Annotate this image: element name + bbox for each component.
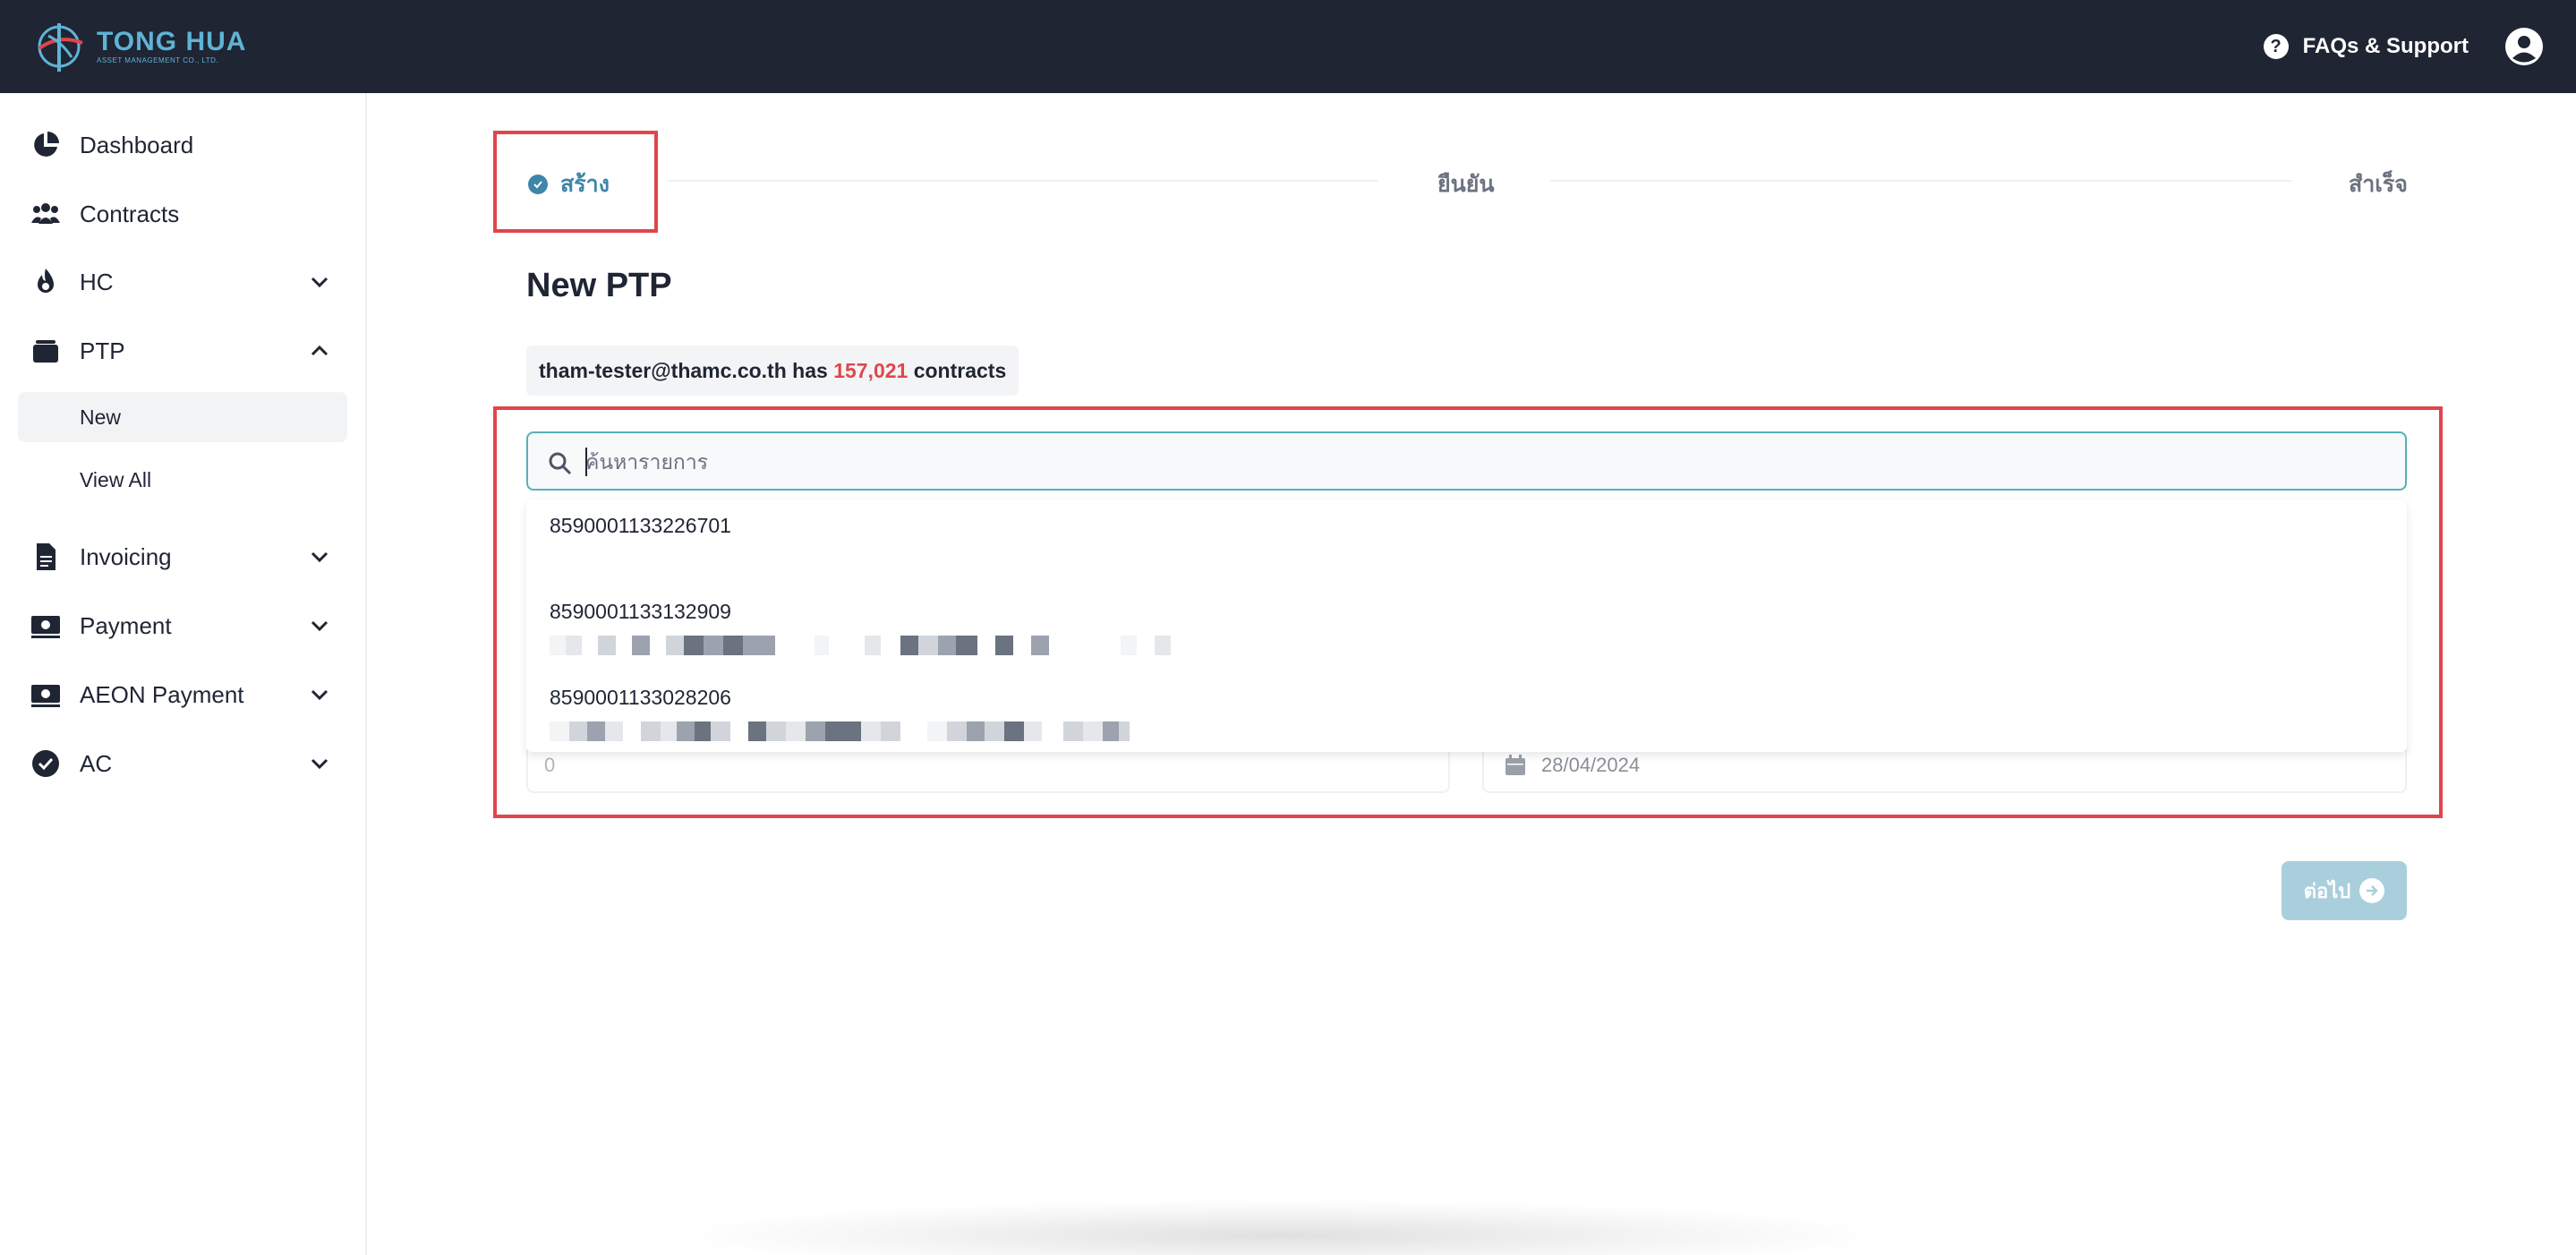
sidebar-label-hc: HC bbox=[80, 268, 114, 295]
sidebar-item-invoicing[interactable]: Invoicing bbox=[0, 530, 365, 584]
step-create: สร้าง bbox=[528, 166, 610, 202]
money-bill-icon bbox=[31, 685, 60, 707]
step-connector bbox=[668, 180, 1378, 182]
flame-icon bbox=[38, 269, 54, 293]
next-label: ต่อไป bbox=[2303, 879, 2351, 902]
sidebar-sublabel-new: New bbox=[80, 405, 122, 429]
chevron-down-icon bbox=[311, 620, 328, 632]
date-value: 28/04/2024 bbox=[1541, 754, 1641, 776]
faq-label: FAQs & Support bbox=[2302, 34, 2469, 58]
step-success: สำเร็จ bbox=[2349, 172, 2408, 197]
sidebar-item-hc[interactable]: HC bbox=[0, 255, 365, 309]
result-contract-number: 8590001133028206 bbox=[550, 686, 731, 709]
sidebar-label-invoicing: Invoicing bbox=[80, 542, 172, 570]
logo-name: TONG HUA bbox=[97, 27, 247, 56]
chevron-down-icon bbox=[311, 277, 328, 288]
arrow-right-circle-icon bbox=[2359, 878, 2385, 903]
tong-hua-logo-icon bbox=[38, 23, 83, 72]
bottom-shadow bbox=[662, 1200, 1898, 1255]
chevron-down-icon bbox=[311, 758, 328, 770]
check-circle-icon bbox=[32, 750, 59, 777]
sidebar-subitem-ptp-view-all[interactable]: View All bbox=[18, 455, 347, 505]
summary-count: 157,021 bbox=[833, 358, 908, 382]
sidebar-sublabel-view-all: View All bbox=[80, 467, 152, 491]
sidebar-item-payment[interactable]: Payment bbox=[0, 599, 365, 653]
step-create-label: สร้าง bbox=[560, 172, 610, 197]
question-circle-icon: ? bbox=[2263, 34, 2289, 59]
sidebar-item-ac[interactable]: AC bbox=[0, 737, 365, 790]
pie-chart-icon bbox=[34, 132, 59, 157]
check-circle-icon bbox=[528, 175, 548, 194]
chevron-down-icon bbox=[311, 689, 328, 701]
sidebar-label-contracts: Contracts bbox=[80, 200, 180, 227]
sidebar-label-ac: AC bbox=[80, 749, 113, 777]
step-connector bbox=[1550, 180, 2291, 182]
top-navbar: TONG HUA ASSET MANAGEMENT CO., LTD. ? FA… bbox=[0, 0, 2576, 93]
user-circle-icon[interactable] bbox=[2504, 27, 2544, 66]
sidebar-item-contracts[interactable]: Contracts bbox=[0, 187, 365, 241]
sidebar-item-aeon-payment[interactable]: AEON Payment bbox=[0, 668, 365, 721]
sidebar-label-aeon-payment: AEON Payment bbox=[80, 680, 244, 708]
sidebar: Dashboard Contracts HC PTP New View All bbox=[0, 93, 367, 1255]
summary-has: has bbox=[786, 358, 834, 382]
next-button[interactable]: ต่อไป bbox=[2282, 861, 2407, 920]
sidebar-label-payment: Payment bbox=[80, 611, 172, 639]
calendar-icon bbox=[1506, 755, 1525, 775]
result-item[interactable]: 8590001133226701 bbox=[526, 499, 2407, 584]
result-item[interactable]: 8590001133028206 bbox=[526, 671, 2407, 752]
chevron-down-icon bbox=[311, 551, 328, 563]
faq-support-link[interactable]: ? FAQs & Support bbox=[2263, 29, 2469, 64]
logo-subtitle: ASSET MANAGEMENT CO., LTD. bbox=[97, 56, 219, 64]
summary-user: tham-tester@thamc.co.th bbox=[539, 358, 787, 382]
amount-value: 0 bbox=[544, 754, 556, 776]
sidebar-label-ptp: PTP bbox=[80, 337, 125, 364]
chevron-up-icon bbox=[311, 345, 328, 356]
wallet-icon bbox=[33, 340, 58, 363]
search-results-dropdown: 8590001133226701 8590001133132909 859000… bbox=[526, 499, 2407, 752]
contract-search-field[interactable] bbox=[526, 431, 2407, 491]
summary-suffix: contracts bbox=[908, 358, 1007, 382]
sidebar-item-dashboard[interactable]: Dashboard bbox=[0, 118, 365, 172]
company-logo[interactable]: TONG HUA ASSET MANAGEMENT CO., LTD. bbox=[32, 18, 246, 75]
result-contract-number: 8590001133132909 bbox=[550, 600, 731, 623]
redacted-details bbox=[550, 721, 1130, 741]
file-icon bbox=[37, 543, 55, 570]
step-confirm: ยืนยัน bbox=[1437, 172, 1495, 197]
search-icon bbox=[549, 452, 572, 475]
sidebar-subitem-ptp-new[interactable]: New bbox=[18, 392, 347, 442]
result-item[interactable]: 8590001133132909 bbox=[526, 585, 2407, 670]
money-bill-icon bbox=[31, 616, 60, 638]
sidebar-label-dashboard: Dashboard bbox=[80, 131, 194, 158]
sidebar-item-ptp[interactable]: PTP bbox=[0, 324, 365, 378]
redacted-details bbox=[550, 636, 1171, 655]
contracts-summary-badge: tham-tester@thamc.co.th has 157,021 cont… bbox=[526, 346, 1019, 396]
text-caret bbox=[585, 448, 587, 476]
users-icon bbox=[31, 203, 60, 224]
search-input[interactable] bbox=[585, 444, 2376, 480]
result-contract-number: 8590001133226701 bbox=[550, 514, 731, 537]
page-title: New PTP bbox=[526, 267, 672, 304]
